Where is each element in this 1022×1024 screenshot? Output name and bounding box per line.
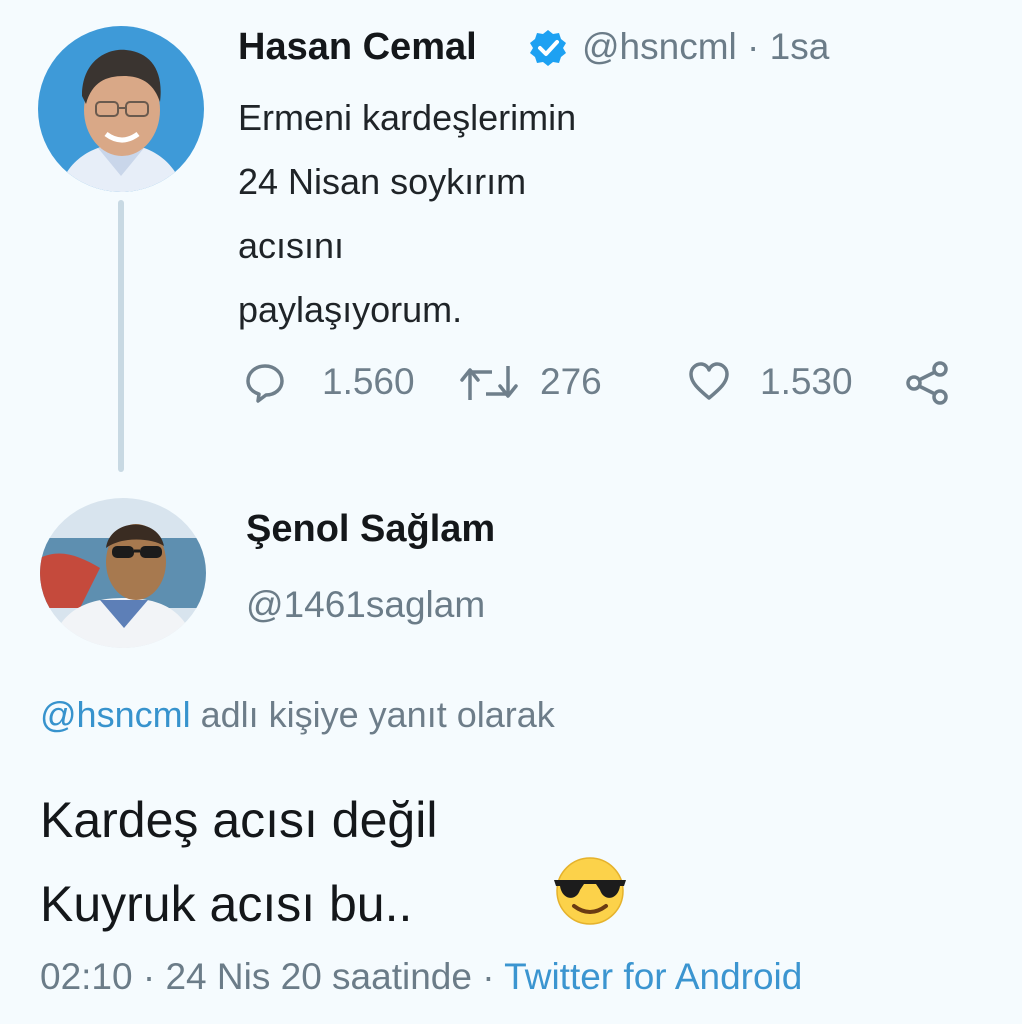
tweet-footer: 02:10 · 24 Nis 20 saatinde · Twitter for… xyxy=(40,956,802,998)
tweet1-display-name[interactable]: Hasan Cemal xyxy=(238,26,477,69)
thread-line xyxy=(118,200,124,472)
avatar-photo xyxy=(38,26,204,192)
tweet2-text-line: Kardeş acısı değil xyxy=(40,792,438,848)
tweet-source-link[interactable]: Twitter for Android xyxy=(504,956,802,997)
heart-icon[interactable] xyxy=(687,360,731,407)
tweet1-text-line: Ermeni kardeşlerimin xyxy=(238,97,577,138)
share-icon[interactable] xyxy=(904,361,952,410)
like-count: 1.530 xyxy=(760,361,853,402)
avatar-photo xyxy=(40,498,206,648)
tweet1-handle-time[interactable]: @hsncml · 1sa xyxy=(582,26,829,68)
avatar-senol-saglam[interactable] xyxy=(40,498,206,648)
tweet1-text: Ermeni kardeşlerimin 24 Nisan soykırım a… xyxy=(238,86,576,342)
retweet-count: 276 xyxy=(540,361,602,402)
tweet2-handle[interactable]: @1461saglam xyxy=(246,584,485,626)
reply-to-label: adlı kişiye yanıt olarak xyxy=(190,694,555,735)
avatar-hasan-cemal[interactable] xyxy=(38,26,204,192)
reply-to-mention-link[interactable]: @hsncml xyxy=(40,694,191,735)
tweet-timestamp[interactable]: 02:10 · 24 Nis 20 saatinde · xyxy=(40,956,504,997)
tweet2-text-line: Kuyruk acısı bu.. xyxy=(40,876,413,932)
reply-icon[interactable] xyxy=(244,362,286,409)
replying-to: @hsncml adlı kişiye yanıt olarak xyxy=(40,694,555,736)
tweet2-text: Kardeş acısı değil Kuyruk acısı bu.. xyxy=(40,778,437,946)
reply-count: 1.560 xyxy=(322,361,415,402)
tweet1-text-line: acısını xyxy=(238,225,345,266)
sunglasses-emoji-icon xyxy=(550,856,630,926)
verified-badge-icon xyxy=(528,28,568,68)
tweet1-text-line: paylaşıyorum. xyxy=(238,289,463,330)
tweet1-text-line: 24 Nisan soykırım xyxy=(238,161,527,202)
retweet-icon[interactable] xyxy=(458,362,520,409)
tweet2-display-name[interactable]: Şenol Sağlam xyxy=(246,508,495,551)
